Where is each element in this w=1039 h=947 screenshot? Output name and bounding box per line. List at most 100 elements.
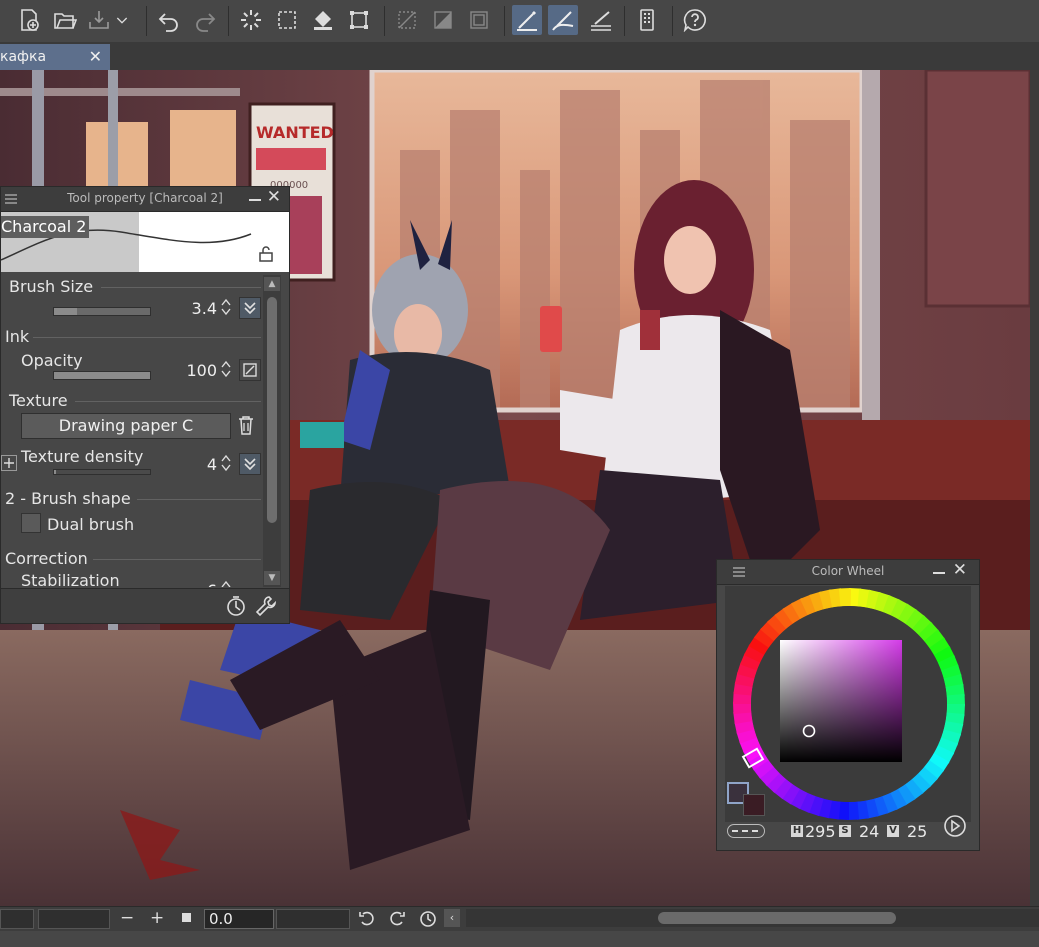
scroll-down-icon[interactable]: ▼ <box>264 571 280 585</box>
rotate-right-icon[interactable] <box>388 909 406 931</box>
horizontal-scrollbar[interactable] <box>466 909 1039 927</box>
snap-to-special-ruler-icon[interactable] <box>548 5 578 35</box>
undo-icon[interactable] <box>154 5 184 35</box>
texture-density-label: Texture density <box>21 447 144 466</box>
wrench-icon[interactable] <box>255 595 277 621</box>
loading-spinner-icon[interactable] <box>236 5 266 35</box>
texture-density-pressure-toggle[interactable] <box>239 453 261 475</box>
transform-icon[interactable] <box>344 5 374 35</box>
collapse-left-icon[interactable]: ‹ <box>444 909 460 927</box>
fill-bucket-icon[interactable] <box>308 5 338 35</box>
clear-outside-icon[interactable] <box>392 5 422 35</box>
snap-to-grid-icon[interactable] <box>586 5 616 35</box>
slider-fill <box>54 470 56 474</box>
status-bar-strip <box>0 931 1039 947</box>
command-bar <box>0 0 1039 43</box>
brush-size-label: Brush Size <box>9 277 94 296</box>
toolbar-divider <box>624 6 625 36</box>
reset-rotation-icon[interactable] <box>418 908 438 932</box>
panel-title: Color Wheel <box>811 564 885 578</box>
document-tab-bar: кафка ✕ <box>0 42 1039 70</box>
slider-fill <box>54 372 150 379</box>
dual-brush-checkbox[interactable] <box>21 513 41 533</box>
initial-value-icon[interactable] <box>225 595 247 621</box>
texture-density-spinner[interactable] <box>221 453 231 473</box>
toolbar-divider <box>504 6 505 36</box>
value-tag: V <box>887 825 899 837</box>
brush-size-value[interactable]: 3.4 <box>171 299 217 318</box>
texture-section-label: Texture <box>9 391 68 410</box>
panel-title-bar[interactable]: Tool property [Charcoal 2] ✕ <box>1 187 289 212</box>
stabilization-spinner[interactable] <box>221 579 231 587</box>
panel-title: Tool property [Charcoal 2] <box>67 191 223 205</box>
hue-ring-segment[interactable] <box>838 588 852 607</box>
brush-shape-section-label: 2 - Brush shape <box>5 489 131 508</box>
unlock-icon[interactable] <box>259 246 273 266</box>
sub-color-swatch[interactable] <box>743 794 765 816</box>
navigator-field[interactable] <box>0 909 34 929</box>
minimize-icon[interactable] <box>249 199 261 201</box>
export-icon[interactable] <box>84 5 114 35</box>
texture-paper-button[interactable]: Drawing paper C <box>21 413 231 439</box>
saturation-value[interactable]: 24 <box>859 822 879 841</box>
trash-icon[interactable] <box>237 415 255 439</box>
status-bar: − + 0.0 ‹ <box>0 906 1039 947</box>
opacity-slider[interactable] <box>53 371 151 380</box>
rotation-slider[interactable] <box>276 909 350 929</box>
brush-size-pressure-toggle[interactable] <box>239 297 261 319</box>
panel-title-bar[interactable]: Color Wheel ✕ <box>717 560 979 585</box>
opacity-pressure-toggle[interactable] <box>239 359 261 381</box>
texture-density-slider[interactable] <box>53 469 151 475</box>
property-scrollbar[interactable]: ▲ ▼ <box>263 275 281 587</box>
scrollbar-thumb[interactable] <box>267 297 277 523</box>
snap-to-ruler-icon[interactable] <box>512 5 542 35</box>
close-icon[interactable]: ✕ <box>953 560 967 580</box>
brush-name: Charcoal 2 <box>1 216 90 238</box>
close-icon[interactable]: ✕ <box>89 44 102 70</box>
checkmark-icon <box>244 458 256 471</box>
section-divider <box>75 401 261 402</box>
help-icon[interactable] <box>680 5 710 35</box>
play-circle-icon[interactable] <box>943 814 967 842</box>
opacity-value[interactable]: 100 <box>171 361 217 380</box>
section-divider <box>101 287 261 288</box>
hue-value[interactable]: 295 <box>805 822 836 841</box>
scroll-up-icon[interactable]: ▲ <box>264 277 280 291</box>
expand-plus-icon[interactable] <box>1 455 17 471</box>
toolbar-divider <box>672 6 673 36</box>
texture-density-value[interactable]: 4 <box>171 455 217 474</box>
open-folder-icon[interactable] <box>50 5 80 35</box>
stabilization-value[interactable]: 6 <box>171 581 217 587</box>
brush-size-spinner[interactable] <box>221 297 231 317</box>
chevron-down-icon[interactable] <box>114 5 130 35</box>
document-tab[interactable]: кафка ✕ <box>0 44 110 70</box>
hue-tag: H <box>791 825 803 837</box>
selection-frame-icon[interactable] <box>464 5 494 35</box>
clear-selection-icon[interactable] <box>272 5 302 35</box>
brush-size-slider[interactable] <box>53 307 151 316</box>
scrollbar-thumb[interactable] <box>658 912 896 924</box>
section-divider <box>137 499 261 500</box>
toolbar-divider <box>228 6 229 36</box>
transparent-color-icon[interactable] <box>727 824 765 838</box>
minimize-icon[interactable] <box>933 572 945 574</box>
zoom-level-field[interactable] <box>38 909 110 929</box>
toolbar-divider <box>384 6 385 36</box>
zoom-in-button[interactable]: + <box>150 908 164 928</box>
zoom-out-button[interactable]: − <box>120 908 134 928</box>
hue-ring[interactable] <box>725 586 971 822</box>
stop-icon[interactable] <box>182 913 191 922</box>
fill-selection-icon[interactable] <box>428 5 458 35</box>
close-icon[interactable]: ✕ <box>267 187 281 207</box>
property-list: Brush Size 3.4 Ink Opacity 100 Texture D… <box>1 275 263 587</box>
smartphone-icon[interactable] <box>632 5 662 35</box>
new-canvas-icon[interactable] <box>14 5 44 35</box>
brightness-value[interactable]: 25 <box>907 822 927 841</box>
slider-fill <box>54 308 78 315</box>
saturation-tag: S <box>839 825 851 837</box>
redo-icon[interactable] <box>190 5 220 35</box>
color-wheel-panel: Color Wheel ✕ H 295 S 24 V 25 <box>716 559 980 851</box>
opacity-spinner[interactable] <box>221 359 231 379</box>
rotation-angle-field[interactable]: 0.0 <box>204 909 274 929</box>
rotate-left-icon[interactable] <box>358 909 376 931</box>
